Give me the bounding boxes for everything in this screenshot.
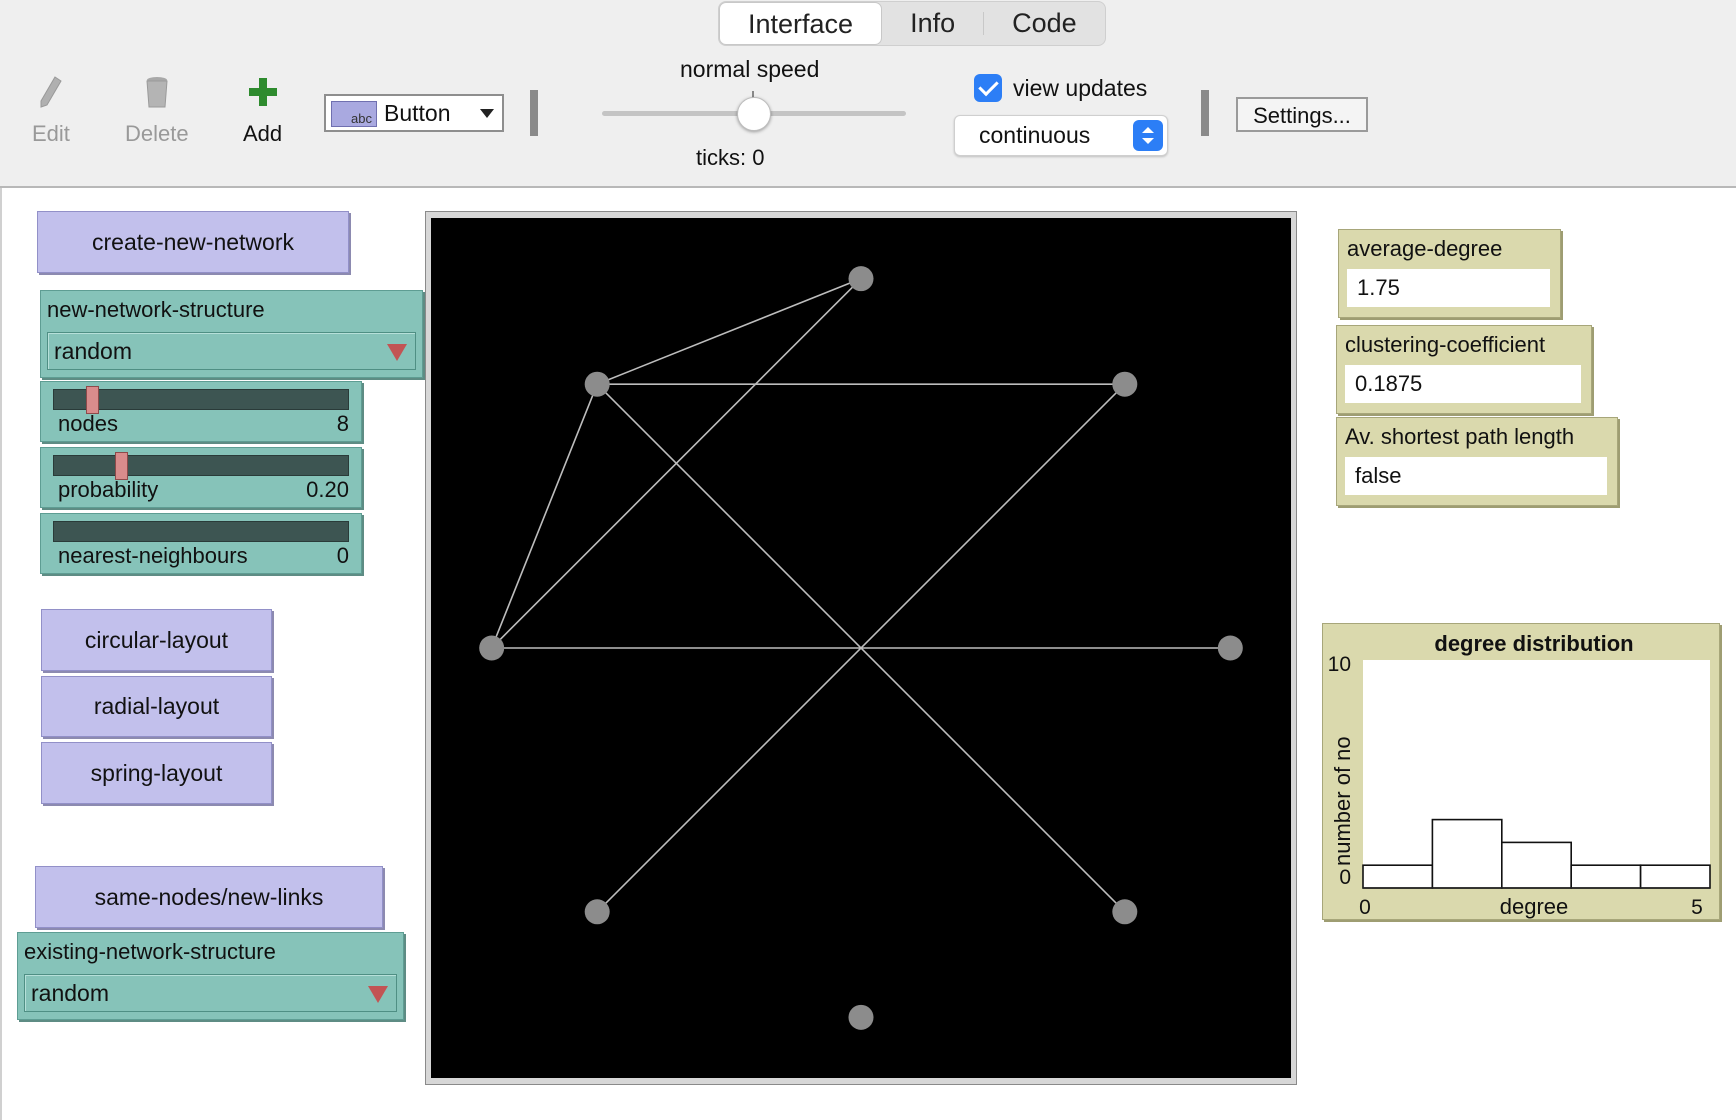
histogram-bar [1431,818,1503,889]
tab-interface[interactable]: Interface [719,2,883,45]
monitor-value: false [1345,457,1607,495]
degree-distribution-chart: degree distribution 10 0 0 5 degree numb… [1328,631,1711,919]
nodes-slider: nodes 8 [40,381,362,442]
nearest-neighbours-slider: nearest-neighbours 0 [40,513,362,574]
ticks-counter: ticks: 0 [696,145,765,170]
nodes-slider-knob[interactable] [86,386,100,414]
probability-slider-knob[interactable] [114,452,128,480]
world-view[interactable] [431,218,1291,1078]
triangle-down-icon [387,344,407,361]
widget-type-value: Button [384,100,451,126]
slider-label: probability [58,477,159,502]
shortest-path-monitor: Av. shortest path length false [1336,417,1618,506]
add-label: Add [243,121,283,146]
chooser-value: random [31,980,109,1006]
monitor-value: 0.1875 [1345,365,1581,403]
histogram-bar [1639,864,1711,889]
y-tick-top: 10 [1328,653,1351,676]
chooser-label: new-network-structure [47,297,265,322]
slider-label: nodes [58,411,118,436]
monitor-label: average-degree [1347,236,1503,261]
add-button[interactable]: Add [243,75,282,147]
speed-label: normal speed [680,56,820,82]
pencil-icon [40,76,62,108]
nearest-neighbours-slider-track[interactable] [53,521,349,542]
chevron-down-icon [480,109,494,118]
x-tick-right: 5 [1691,896,1703,919]
slider-value: 8 [336,411,349,436]
plus-icon [248,78,277,106]
chooser-value: random [54,338,132,364]
histogram-bar [1570,864,1642,889]
toolbar: Interface Info Code Edit Delete Add abc … [0,0,1736,188]
delete-label: Delete [125,121,189,146]
new-network-structure-select[interactable]: random [47,332,416,370]
probability-slider: probability 0.20 [40,447,362,508]
same-nodes-new-links-button[interactable]: same-nodes/new-links [35,866,383,928]
histogram-bar [1362,864,1434,889]
network-link [596,277,862,385]
slider-value: 0.20 [306,477,349,502]
widget-type-select[interactable]: abc Button [324,94,504,132]
y-tick-bottom: 0 [1339,866,1351,889]
x-tick-left: 0 [1359,896,1371,919]
update-mode-value: continuous [979,122,1091,148]
new-network-structure-chooser: new-network-structure random [40,290,423,378]
view-updates-checkbox[interactable] [974,74,1002,102]
slider-value: 0 [336,543,349,568]
network-graph [479,266,1243,1030]
network-node [1112,899,1138,925]
toolbar-divider [530,90,538,136]
slider-label: nearest-neighbours [58,543,248,568]
network-node [584,371,610,397]
network-node [1217,635,1243,661]
plot-title: degree distribution [1434,631,1633,656]
speed-slider-knob[interactable] [737,97,771,131]
average-degree-monitor: average-degree 1.75 [1338,229,1561,318]
degree-distribution-plot: degree distribution 10 0 0 5 degree numb… [1322,623,1720,920]
circular-layout-button[interactable]: circular-layout [41,609,272,671]
network-node [1112,371,1138,397]
view-updates-label: view updates [1013,75,1148,101]
clustering-coefficient-monitor: clustering-coefficient 0.1875 [1336,325,1592,414]
existing-network-structure-chooser: existing-network-structure random [17,932,404,1020]
monitor-label: Av. shortest path length [1345,424,1575,449]
interface-left-border [0,188,2,1120]
monitor-label: clustering-coefficient [1345,332,1546,357]
histogram-bar [1501,841,1573,889]
nodes-slider-track[interactable] [53,386,349,414]
tab-bar: Interface Info Code [718,1,1106,46]
edit-label: Edit [32,121,70,146]
y-axis-label: number of no [1330,736,1355,866]
network-link [490,383,598,649]
toolbar-divider [1201,90,1209,136]
update-mode-select[interactable]: continuous [954,115,1168,156]
chooser-label: existing-network-structure [24,939,276,964]
monitor-value: 1.75 [1347,269,1550,307]
triangle-down-icon [368,986,388,1003]
trash-icon [146,77,168,108]
x-axis-label: degree [1500,894,1569,919]
network-node [848,1004,874,1030]
create-new-network-button[interactable]: create-new-network [37,211,349,273]
network-node [479,635,505,661]
probability-slider-track[interactable] [53,452,349,480]
stepper-arrows-icon [1133,120,1163,151]
tab-code[interactable]: Code [984,2,1105,45]
network-node [584,899,610,925]
tab-info[interactable]: Info [882,2,983,45]
spring-layout-button[interactable]: spring-layout [41,742,272,804]
edit-button[interactable]: Edit [32,75,70,147]
existing-network-structure-select[interactable]: random [24,974,397,1012]
button-widget-icon: abc [331,101,377,127]
delete-button[interactable]: Delete [125,75,189,147]
radial-layout-button[interactable]: radial-layout [41,676,272,737]
network-node [848,266,874,292]
settings-button[interactable]: Settings... [1236,97,1368,132]
